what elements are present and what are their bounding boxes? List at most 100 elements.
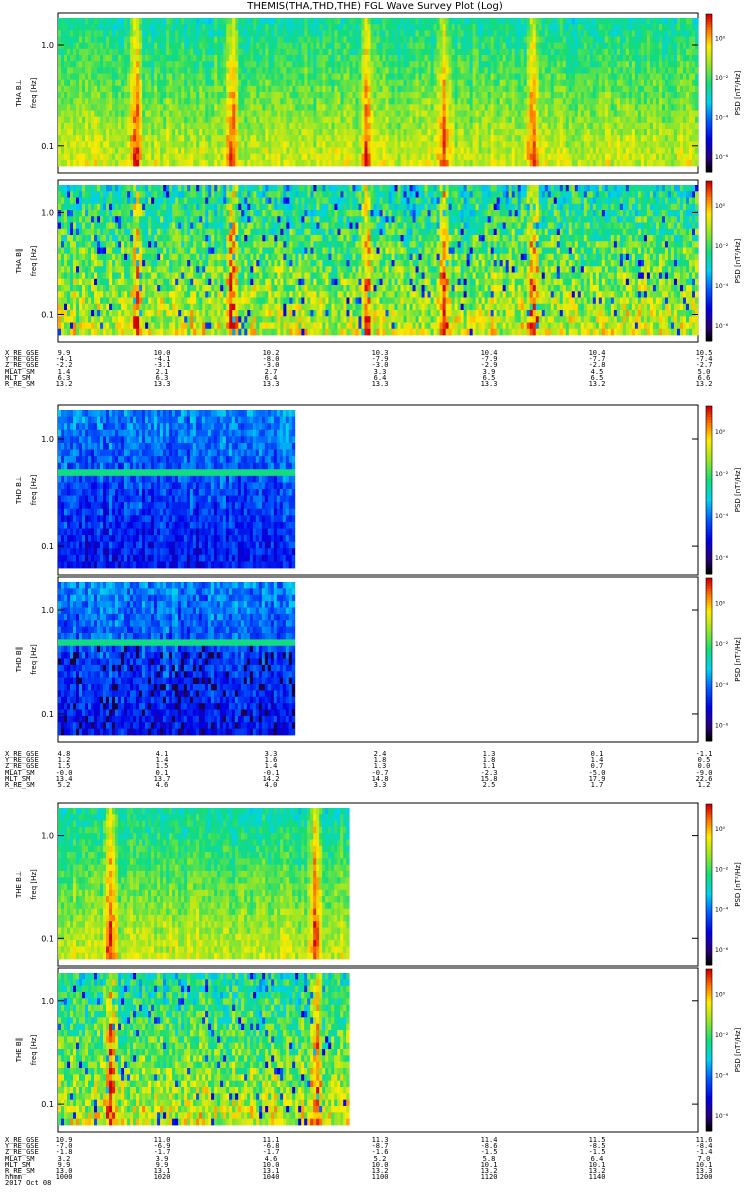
- heatmap-cell: [491, 135, 494, 142]
- heatmap-cell: [112, 30, 115, 37]
- heatmap-cell: [485, 148, 488, 155]
- heatmap-cell: [154, 37, 157, 44]
- heatmap-cell: [536, 18, 539, 25]
- heatmap-cell: [380, 154, 383, 161]
- heatmap-cell: [82, 117, 85, 124]
- heatmap-cell: [295, 123, 298, 130]
- heatmap-cell: [139, 141, 142, 148]
- heatmap-cell: [274, 160, 277, 167]
- heatmap-cell: [103, 111, 106, 118]
- heatmap-cell: [521, 86, 524, 93]
- heatmap-cell: [596, 135, 599, 142]
- heatmap-cell: [578, 80, 581, 87]
- heatmap-cell: [331, 123, 334, 130]
- heatmap-cell: [295, 141, 298, 148]
- heatmap-cell: [331, 43, 334, 50]
- heatmap-cell: [530, 117, 533, 124]
- heatmap-cell: [593, 117, 596, 124]
- heatmap-cell: [509, 86, 512, 93]
- heatmap-cell: [449, 49, 452, 56]
- heatmap-cell: [671, 111, 674, 118]
- heatmap-cell: [277, 24, 280, 31]
- heatmap-cell: [428, 86, 431, 93]
- heatmap-cell: [358, 80, 361, 87]
- heatmap-cell: [443, 98, 446, 105]
- heatmap-cell: [560, 117, 563, 124]
- heatmap-cell: [163, 104, 166, 111]
- heatmap-cell: [659, 154, 662, 161]
- heatmap-cell: [280, 148, 283, 155]
- heatmap-cell: [115, 148, 118, 155]
- heatmap-cell: [563, 80, 566, 87]
- heatmap-cell: [668, 148, 671, 155]
- heatmap-cell: [157, 55, 160, 62]
- heatmap-cell: [211, 24, 214, 31]
- heatmap-cell: [428, 154, 431, 161]
- heatmap-cell: [395, 61, 398, 68]
- heatmap-cell: [386, 49, 389, 56]
- heatmap-cell: [380, 49, 383, 56]
- heatmap-cell: [479, 37, 482, 44]
- heatmap-cell: [449, 154, 452, 161]
- heatmap-cell: [124, 129, 127, 136]
- heatmap-cell: [112, 111, 115, 118]
- heatmap-cell: [458, 92, 461, 99]
- heatmap-cell: [301, 24, 304, 31]
- heatmap-cell: [331, 49, 334, 56]
- heatmap-cell: [473, 86, 476, 93]
- heatmap-cell: [109, 104, 112, 111]
- heatmap-cell: [668, 135, 671, 142]
- heatmap-cell: [139, 24, 142, 31]
- heatmap-cell: [395, 141, 398, 148]
- heatmap-cell: [292, 49, 295, 56]
- heatmap-cell: [422, 30, 425, 37]
- heatmap-cell: [392, 92, 395, 99]
- heatmap-cell: [521, 80, 524, 87]
- heatmap-cell: [512, 141, 515, 148]
- heatmap-cell: [509, 74, 512, 81]
- heatmap-cell: [343, 37, 346, 44]
- heatmap-cell: [163, 98, 166, 105]
- heatmap-cell: [67, 123, 70, 130]
- heatmap-cell: [334, 104, 337, 111]
- heatmap-cell: [322, 123, 325, 130]
- heatmap-cell: [617, 49, 620, 56]
- heatmap-cell: [73, 55, 76, 62]
- heatmap-cell: [79, 148, 82, 155]
- heatmap-cell: [473, 123, 476, 130]
- heatmap-cell: [665, 104, 668, 111]
- heatmap-cell: [542, 37, 545, 44]
- heatmap-cell: [578, 111, 581, 118]
- heatmap-cell: [244, 24, 247, 31]
- heatmap-cell: [214, 123, 217, 130]
- heatmap-cell: [596, 117, 599, 124]
- heatmap-cell: [163, 117, 166, 124]
- heatmap-cell: [118, 37, 121, 44]
- heatmap-cell: [548, 160, 551, 167]
- heatmap-cell: [542, 154, 545, 161]
- heatmap-cell: [253, 154, 256, 161]
- heatmap-cell: [226, 129, 229, 136]
- heatmap-cell: [635, 117, 638, 124]
- heatmap-cell: [641, 129, 644, 136]
- heatmap-cell: [322, 117, 325, 124]
- heatmap-cell: [106, 117, 109, 124]
- heatmap-cell: [163, 160, 166, 167]
- heatmap-cell: [178, 117, 181, 124]
- heatmap-cell: [67, 154, 70, 161]
- heatmap-cell: [256, 30, 259, 37]
- heatmap-cell: [647, 74, 650, 81]
- heatmap-cell: [428, 67, 431, 74]
- heatmap-cell: [635, 135, 638, 142]
- heatmap-cell: [452, 37, 455, 44]
- heatmap-cell: [482, 37, 485, 44]
- heatmap-cell: [190, 18, 193, 25]
- heatmap-cell: [647, 98, 650, 105]
- heatmap-cell: [437, 30, 440, 37]
- heatmap-cell: [283, 55, 286, 62]
- heatmap-cell: [79, 55, 82, 62]
- heatmap-cell: [629, 98, 632, 105]
- heatmap-cell: [512, 135, 515, 142]
- heatmap-cell: [187, 123, 190, 130]
- heatmap-cell: [82, 154, 85, 161]
